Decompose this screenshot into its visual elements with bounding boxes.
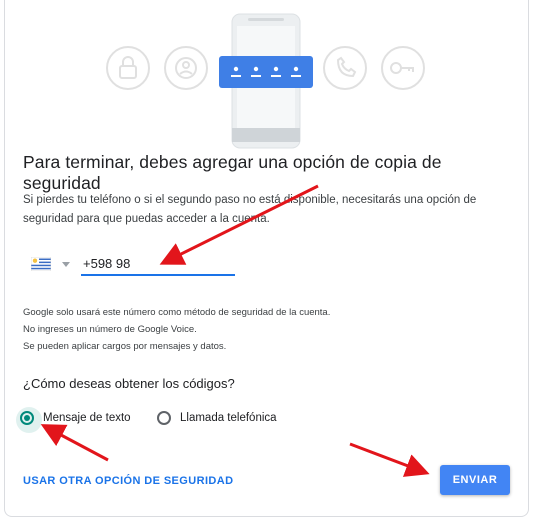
use-other-option-link[interactable]: USAR OTRA OPCIÓN DE SEGURIDAD — [23, 475, 233, 487]
key-icon — [381, 46, 425, 90]
note-line: Google solo usará este número como métod… — [23, 307, 331, 318]
radio-label-text-message: Mensaje de texto — [43, 412, 131, 424]
phone-field-row — [23, 248, 243, 278]
radio-button-checked[interactable] — [16, 407, 42, 433]
account-icon — [164, 46, 208, 90]
description-text: Si pierdes tu teléfono o si el segundo p… — [23, 194, 477, 225]
phone-icon — [323, 46, 367, 90]
send-button[interactable]: ENVIAR — [440, 465, 510, 495]
phone-number-input[interactable] — [81, 252, 235, 276]
uruguay-flag-icon[interactable] — [31, 257, 51, 271]
verification-code-card — [219, 56, 313, 88]
page-title: Para terminar, debes agregar una opción … — [23, 152, 442, 193]
radio-label-phone-call: Llamada telefónica — [180, 412, 277, 424]
delivery-method-radio-group: Mensaje de texto Llamada telefónica — [16, 407, 320, 433]
note-line: Se pueden aplicar cargos por mensajes y … — [23, 341, 227, 352]
country-dropdown-caret-icon[interactable] — [62, 262, 70, 267]
phone-notes: Google solo usará este número como métod… — [23, 304, 503, 355]
radio-option-text-message[interactable]: Mensaje de texto — [16, 407, 131, 433]
delivery-question: ¿Cómo deseas obtener los códigos? — [23, 376, 235, 391]
hero-illustration — [106, 13, 425, 149]
lock-icon — [106, 46, 150, 90]
radio-button-unchecked[interactable] — [157, 411, 171, 425]
note-line: No ingreses un número de Google Voice. — [23, 324, 197, 335]
radio-option-phone-call[interactable]: Llamada telefónica — [157, 407, 277, 429]
